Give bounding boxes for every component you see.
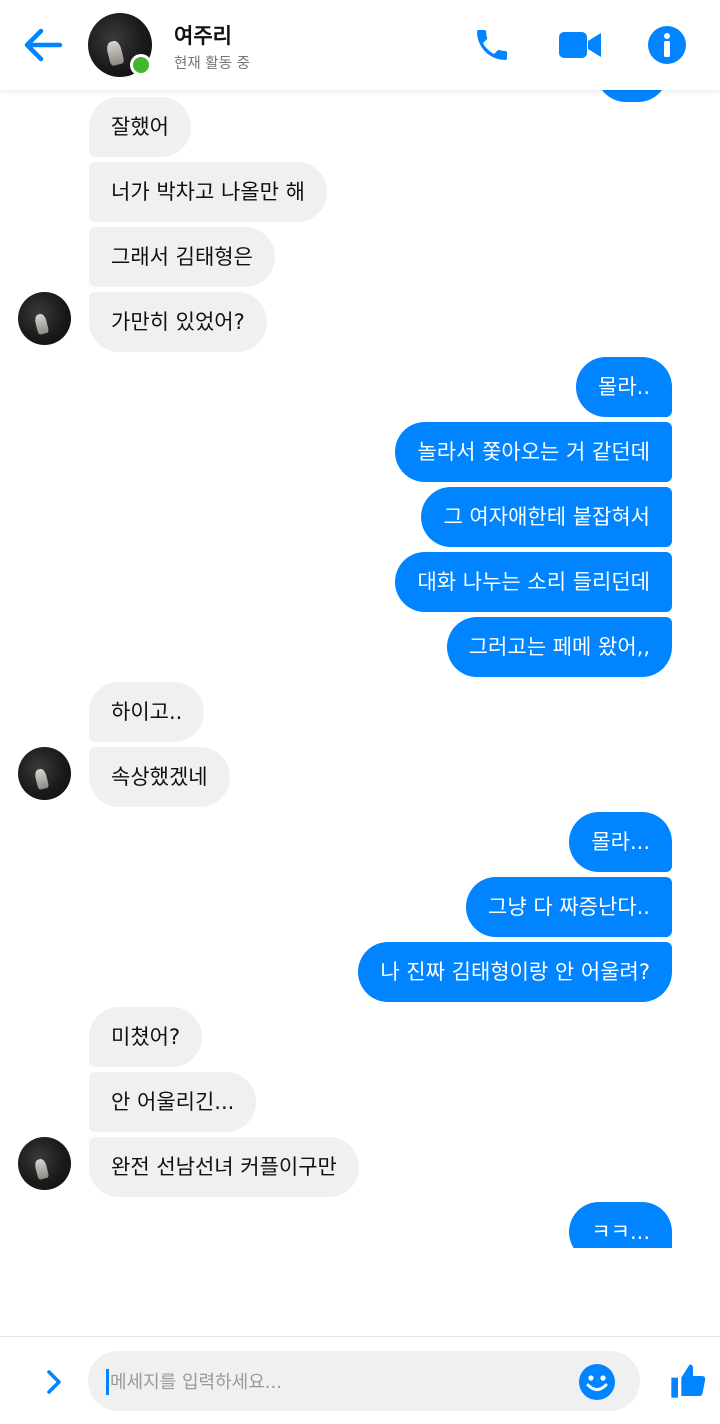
video-call-button[interactable] (556, 22, 604, 68)
message-thread[interactable]: 잘했어 너가 박차고 나올만 해 그래서 김태형은 가만히 있었어? 몰라.. … (0, 90, 720, 1248)
text-caret (106, 1369, 109, 1395)
message-bubble-sent[interactable]: 나 진짜 김태형이랑 안 어울려? (358, 942, 672, 1002)
contact-avatar-small[interactable] (18, 1137, 71, 1190)
info-button[interactable] (643, 22, 691, 68)
message-bubble-sent[interactable]: 대화 나누는 소리 들리던데 (395, 552, 672, 612)
online-indicator (130, 54, 152, 76)
call-button[interactable] (468, 22, 516, 68)
contact-name[interactable]: 여주리 (174, 20, 232, 50)
contact-avatar-small[interactable] (18, 747, 71, 800)
message-bubble-received[interactable]: 미쳤어? (89, 1007, 203, 1067)
message-bubble-sent[interactable]: 그 여자애한테 붙잡혀서 (421, 487, 672, 547)
active-status: 현재 활동 중 (174, 56, 250, 72)
info-icon (648, 26, 686, 64)
message-bubble-received[interactable]: 안 어울리긴... (89, 1072, 257, 1132)
message-bubble-sent[interactable]: 몰라... (569, 812, 672, 872)
message-bubble-sent[interactable]: ㅋㅋ... (569, 1202, 672, 1248)
message-bubble-partial (596, 90, 668, 102)
message-bubble-sent[interactable]: 그냥 다 짜증난다.. (466, 877, 672, 937)
chat-header: 여주리 현재 활동 중 (0, 0, 720, 90)
message-bubble-received[interactable]: 속상했겠네 (89, 747, 230, 807)
smiley-icon (579, 1364, 615, 1400)
contact-avatar-small[interactable] (18, 292, 71, 345)
chevron-right-icon (47, 1370, 61, 1394)
message-input[interactable] (110, 1367, 560, 1397)
message-bubble-received[interactable]: 가만히 있었어? (89, 292, 267, 352)
emoji-button[interactable] (578, 1363, 616, 1401)
back-button[interactable] (18, 22, 68, 68)
thumbs-up-icon (671, 1364, 706, 1398)
message-bubble-received[interactable]: 완전 선남선녀 커플이구만 (89, 1137, 359, 1197)
video-camera-icon (559, 32, 601, 58)
message-bubble-sent[interactable]: 몰라.. (576, 357, 672, 417)
back-arrow-icon (24, 28, 63, 62)
message-bubble-received[interactable]: 그래서 김태형은 (89, 227, 275, 287)
composer-bar (0, 1336, 720, 1424)
phone-icon (477, 30, 507, 60)
message-bubble-received[interactable]: 너가 박차고 나올만 해 (89, 162, 327, 222)
like-button[interactable] (668, 1361, 710, 1403)
message-bubble-sent[interactable]: 놀라서 쫓아오는 거 같던데 (395, 422, 672, 482)
message-bubble-sent[interactable]: 그러고는 페메 왔어,, (446, 617, 672, 677)
message-bubble-received[interactable]: 하이고.. (89, 682, 205, 742)
expand-actions-button[interactable] (34, 1365, 74, 1399)
message-bubble-received[interactable]: 잘했어 (89, 97, 191, 157)
